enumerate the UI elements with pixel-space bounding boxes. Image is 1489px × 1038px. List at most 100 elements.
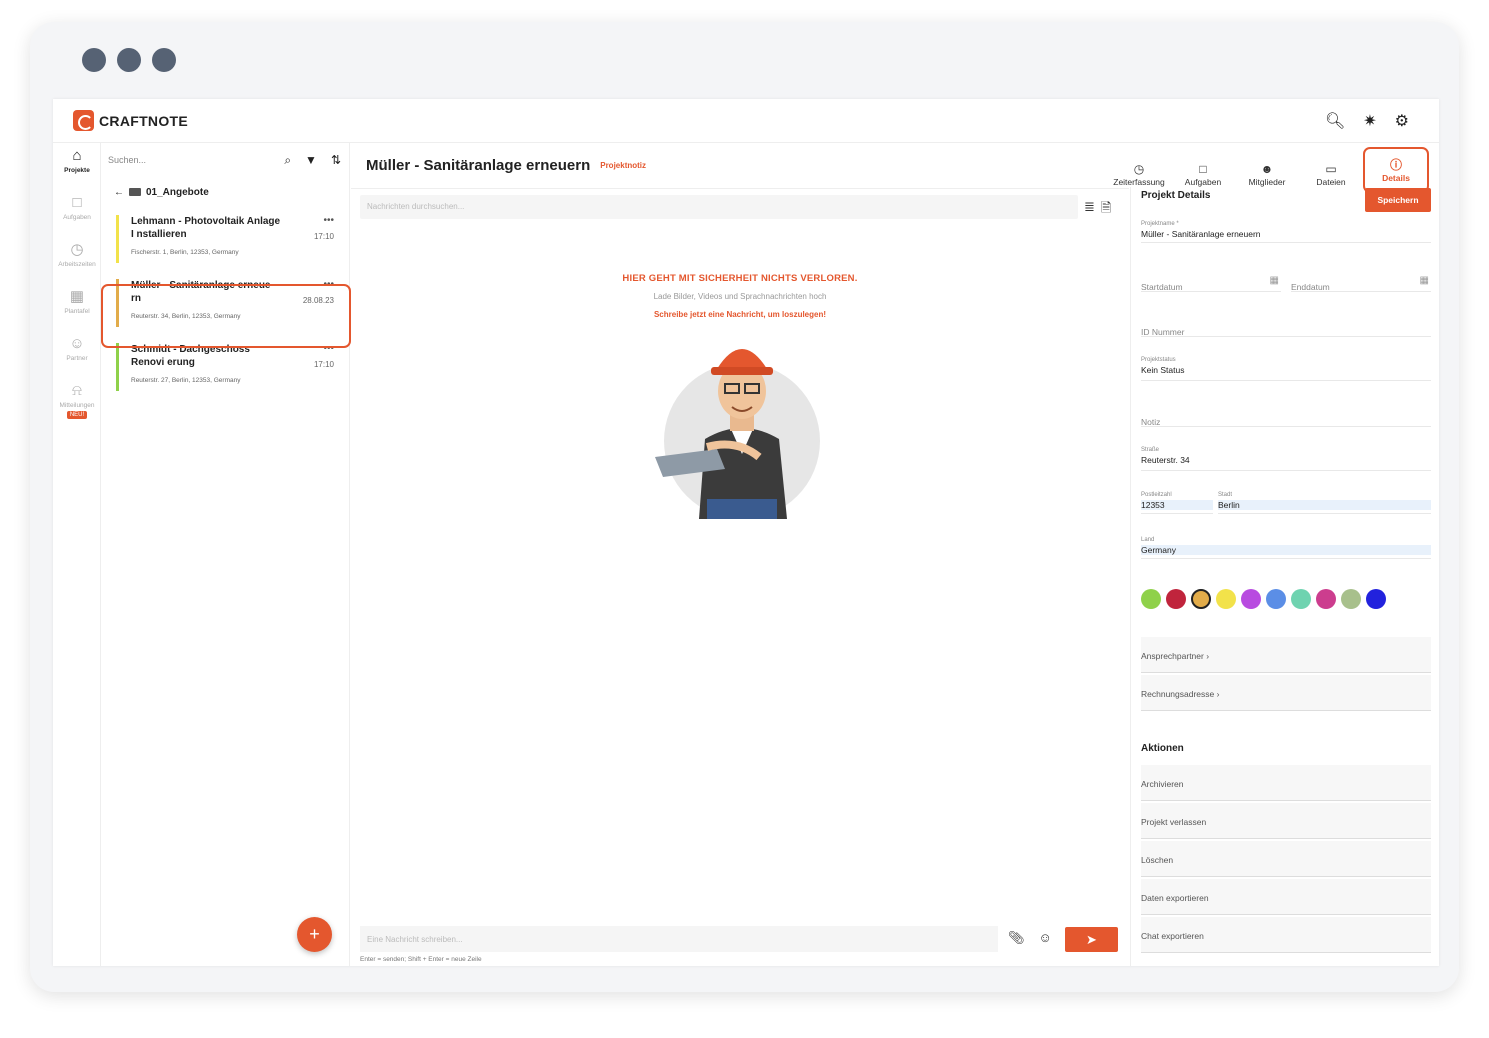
- color-swatches: [1141, 589, 1386, 609]
- nav-partner[interactable]: ☺ Partner: [53, 331, 101, 378]
- info-icon: ⓘ: [1389, 158, 1402, 172]
- startdatum-field[interactable]: Startdatum ▦: [1141, 275, 1281, 292]
- list-item[interactable]: Schmidt - Dachgeschoss Renovi erung ••• …: [116, 343, 334, 393]
- send-arrow-icon: ➤: [1086, 932, 1097, 947]
- row-label: Ansprechpartner: [1141, 651, 1204, 661]
- window-controls: [82, 48, 176, 72]
- field-placeholder: ID Nummer: [1141, 327, 1185, 337]
- empty-cta: Schreibe jetzt eine Nachricht, um loszul…: [653, 310, 827, 319]
- chevron-right-icon: ›: [1206, 651, 1210, 661]
- project-time: 17:10: [313, 232, 334, 241]
- nav-aufgaben[interactable]: □ Aufgaben: [53, 190, 101, 237]
- strasse-field[interactable]: Straße Reuterstr. 34: [1141, 447, 1431, 471]
- field-placeholder: Startdatum: [1141, 282, 1183, 292]
- archivieren-action[interactable]: Archivieren: [1141, 765, 1431, 801]
- calendar-icon[interactable]: ▦: [1420, 275, 1429, 286]
- nav-mitteilungen[interactable]: ⍾ Mitteilungen NEU!: [53, 378, 101, 425]
- empty-title: HIER GEHT MIT SICHERHEIT NICHTS VERLOREN…: [622, 273, 858, 284]
- filter-icon[interactable]: ▼: [305, 153, 317, 168]
- search-icon[interactable]: 🔍︎: [1325, 111, 1345, 131]
- nav-arbeitszeiten[interactable]: ◷ Arbeitszeiten: [53, 237, 101, 284]
- projekt-verlassen-action[interactable]: Projekt verlassen: [1141, 803, 1431, 839]
- calendar-icon[interactable]: ▦: [1270, 275, 1279, 286]
- gear-icon[interactable]: ⚙︎: [1395, 111, 1409, 131]
- color-swatch[interactable]: [1241, 589, 1261, 609]
- top-actions: 🔍︎ ✷ ⚙︎: [1325, 111, 1409, 131]
- enddatum-field[interactable]: Enddatum ▦: [1291, 275, 1431, 292]
- emoji-icon[interactable]: ☺: [1039, 930, 1052, 946]
- postleitzahl-field[interactable]: Postleitzahl 12353: [1141, 492, 1213, 514]
- clock-icon: ◷: [1133, 162, 1145, 176]
- folder-icon: [129, 188, 141, 196]
- loeschen-action[interactable]: Löschen: [1141, 841, 1431, 877]
- more-icon[interactable]: •••: [323, 215, 334, 226]
- list-item[interactable]: Lehmann - Photovoltaik Anlage I nstallie…: [116, 215, 334, 265]
- page-title: Müller - Sanitäranlage erneuern: [366, 157, 591, 174]
- message-input[interactable]: Eine Nachricht schreiben...: [360, 926, 998, 952]
- add-project-button[interactable]: +: [297, 917, 332, 952]
- nav-label: Mitteilungen: [59, 402, 95, 409]
- project-list: Suchen... ⌕ ▼ ⇅ ← 01_Angebote Lehmann - …: [102, 143, 350, 966]
- logo[interactable]: CRAFTNOTE: [73, 110, 188, 131]
- projektname-field[interactable]: Projektname * Müller - Sanitäranlage ern…: [1141, 221, 1431, 243]
- daten-exportieren-action[interactable]: Daten exportieren: [1141, 879, 1431, 915]
- color-swatch[interactable]: [1266, 589, 1286, 609]
- color-swatch-selected[interactable]: [1191, 589, 1211, 609]
- color-swatch[interactable]: [1141, 589, 1161, 609]
- sort-icon[interactable]: ⇅: [331, 153, 341, 168]
- projektstatus-field[interactable]: Projektstatus Kein Status: [1141, 357, 1431, 381]
- message-search-input[interactable]: Nachrichten durchsuchen...: [360, 195, 1078, 219]
- field-label: Stadt: [1218, 492, 1233, 498]
- color-swatch[interactable]: [1366, 589, 1386, 609]
- new-badge: NEU!: [66, 411, 88, 419]
- back-arrow-icon[interactable]: ←: [114, 187, 124, 198]
- field-label: Land: [1141, 537, 1155, 543]
- craftnote-logo-icon: [73, 110, 94, 131]
- field-label: Projektstatus: [1141, 357, 1176, 363]
- paperclip-icon[interactable]: 📎︎: [1008, 930, 1025, 946]
- notiz-field[interactable]: Notiz: [1141, 412, 1431, 427]
- folder-breadcrumb[interactable]: ← 01_Angebote: [102, 177, 349, 207]
- export-doc-icon[interactable]: 🗎︎: [1101, 199, 1111, 221]
- save-button[interactable]: Speichern: [1365, 188, 1431, 212]
- nav-label: Arbeitszeiten: [58, 261, 96, 268]
- lightbulb-icon[interactable]: ✷: [1363, 111, 1376, 131]
- rechnungsadresse-row[interactable]: Rechnungsadresse ›: [1141, 675, 1431, 711]
- search-icon[interactable]: ⌕: [284, 153, 291, 168]
- color-swatch[interactable]: [1166, 589, 1186, 609]
- color-swatch[interactable]: [1291, 589, 1311, 609]
- logo-text: CRAFTNOTE: [99, 112, 189, 129]
- field-placeholder: Notiz: [1141, 417, 1161, 427]
- list-search-input[interactable]: Suchen...: [108, 155, 284, 165]
- selected-project-highlight: [101, 284, 351, 348]
- list-search-row: Suchen... ⌕ ▼ ⇅: [102, 143, 349, 177]
- color-swatch[interactable]: [1216, 589, 1236, 609]
- nav-plantafel[interactable]: ▦ Plantafel: [53, 284, 101, 331]
- send-button[interactable]: ➤: [1065, 927, 1118, 952]
- project-tag: Projektnotiz: [600, 161, 647, 170]
- project-color-bar: [116, 215, 119, 263]
- tab-label: Dateien: [1316, 177, 1346, 187]
- folder-name: 01_Angebote: [146, 186, 209, 198]
- color-swatch[interactable]: [1316, 589, 1336, 609]
- stadt-field[interactable]: Stadt Berlin: [1218, 492, 1431, 514]
- calendar-icon: ▦: [69, 288, 85, 305]
- window-dot-icon[interactable]: [117, 48, 141, 72]
- nav-label: Projekte: [64, 167, 90, 174]
- window-dot-icon[interactable]: [82, 48, 106, 72]
- chat-exportieren-action[interactable]: Chat exportieren: [1141, 917, 1431, 953]
- clipboard-icon: □: [72, 194, 82, 211]
- field-value: Kein Status: [1141, 365, 1185, 375]
- color-swatch[interactable]: [1341, 589, 1361, 609]
- ansprechpartner-row[interactable]: Ansprechpartner ›: [1141, 637, 1431, 673]
- land-field[interactable]: Land Germany: [1141, 537, 1431, 559]
- nav-projekte[interactable]: ⌂ Projekte: [53, 143, 101, 190]
- window-dot-icon[interactable]: [152, 48, 176, 72]
- tab-label: Zeiterfassung: [1113, 177, 1165, 187]
- filter-lines-icon[interactable]: ≣: [1084, 199, 1095, 221]
- field-value: Reuterstr. 34: [1141, 455, 1190, 465]
- chat-header: Müller - Sanitäranlage erneuern Projektn…: [351, 143, 1129, 189]
- craftsman-illustration: [655, 349, 820, 519]
- id-nummer-field[interactable]: ID Nummer: [1141, 322, 1431, 337]
- field-label: Straße: [1141, 447, 1160, 453]
